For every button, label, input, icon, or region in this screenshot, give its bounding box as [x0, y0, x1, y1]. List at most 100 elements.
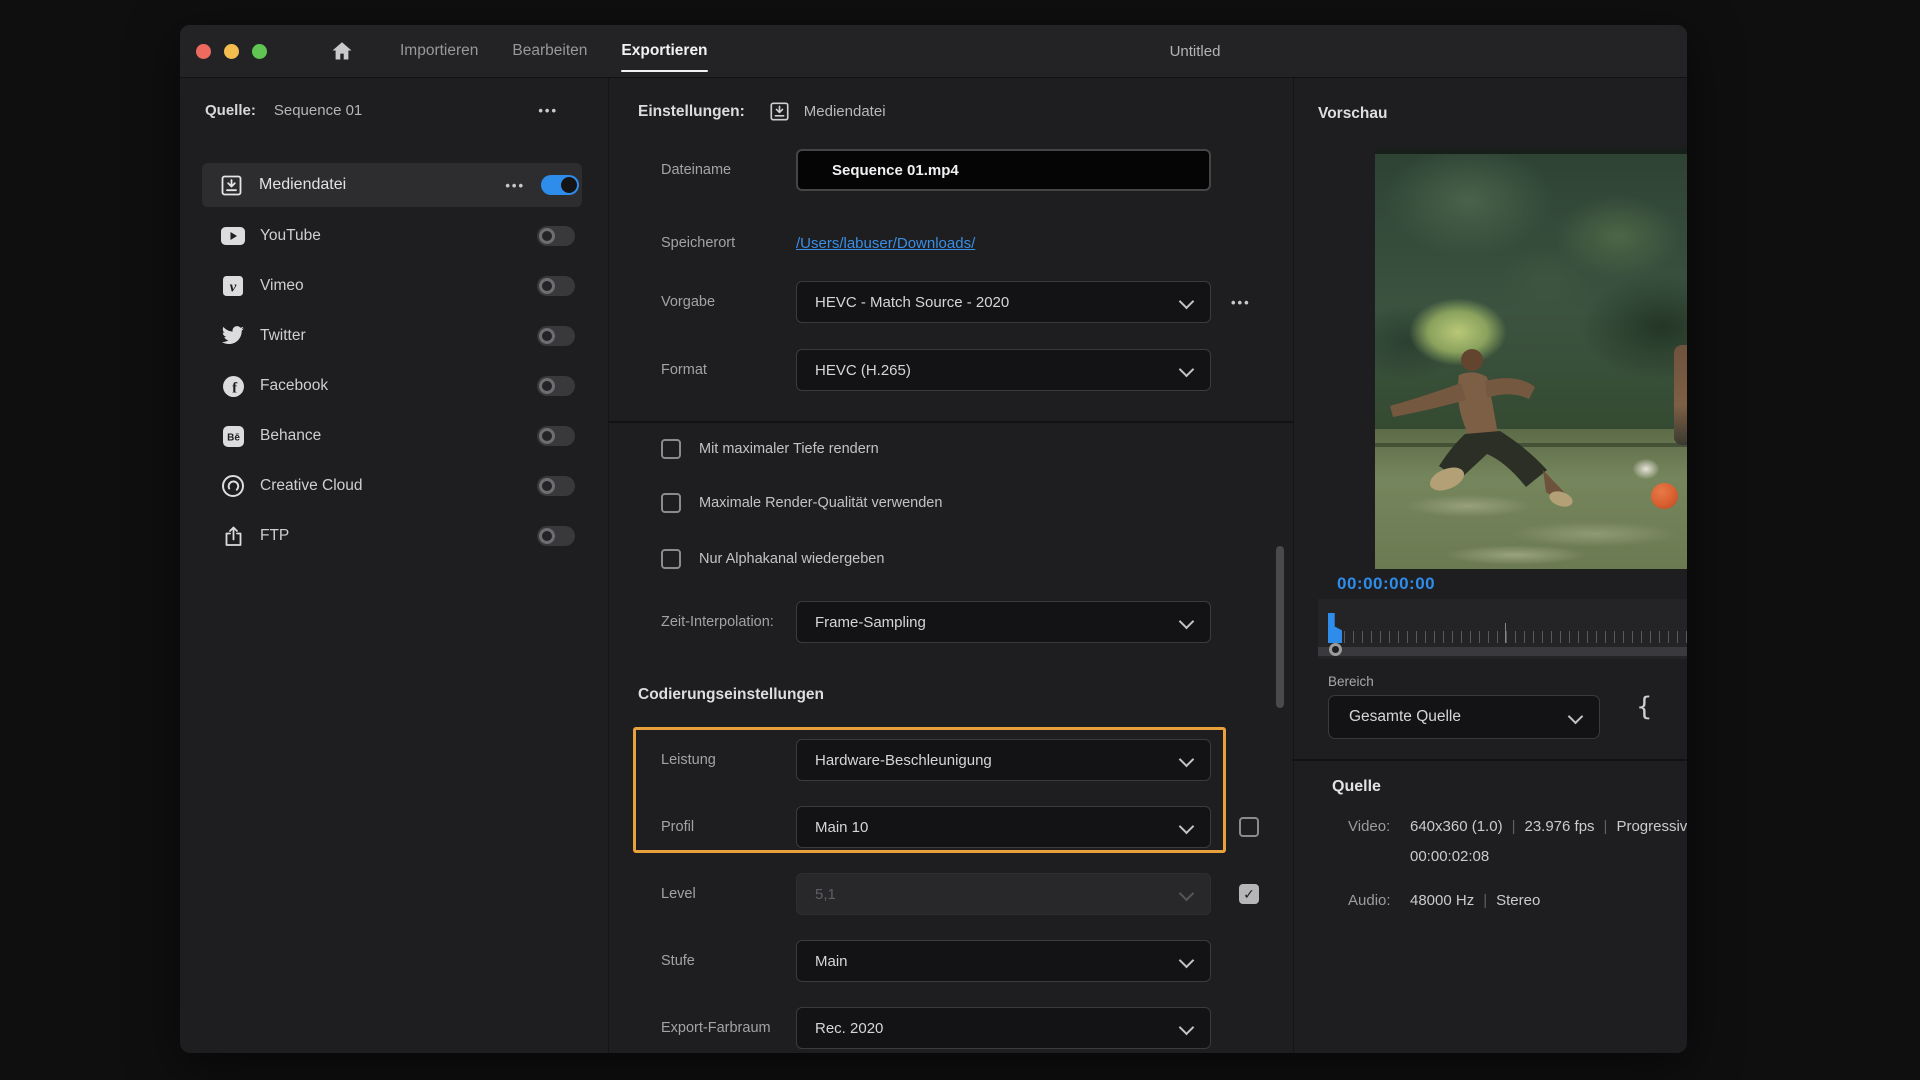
destination-list: YouTube v Vimeo Twitter	[180, 211, 608, 561]
export-content: Quelle: Sequence 01 ••• Mediendatei •••	[180, 78, 1687, 1053]
desktop: { "window": { "title": "Untitled", "tabs…	[0, 0, 1920, 1080]
color-space-label: Export-Farbraum	[661, 1007, 771, 1049]
level-label: Level	[661, 873, 696, 915]
destination-media-file[interactable]: Mediendatei •••	[202, 163, 582, 207]
tab-label: Importieren	[400, 42, 478, 60]
level-dropdown[interactable]: 5,1	[796, 873, 1211, 915]
destination-label: Facebook	[260, 377, 328, 395]
youtube-toggle[interactable]	[537, 226, 575, 246]
audio-info-label: Audio:	[1348, 892, 1410, 909]
vimeo-toggle[interactable]	[537, 276, 575, 296]
audio-sample-rate: 48000 Hz	[1410, 892, 1474, 909]
max-render-quality-checkbox-row[interactable]: Maximale Render-Qualität verwenden	[661, 493, 942, 513]
traffic-lights	[196, 25, 267, 77]
playhead-marker[interactable]	[1328, 613, 1342, 643]
preset-more-button[interactable]: •••	[1231, 281, 1251, 323]
alpha-only-checkbox[interactable]	[661, 549, 681, 569]
tab-exportieren[interactable]: Exportieren	[621, 25, 707, 77]
max-depth-checkbox-row[interactable]: Mit maximaler Tiefe rendern	[661, 439, 879, 459]
chevron-down-icon	[1179, 886, 1195, 902]
playhead-anchor-ring	[1329, 643, 1342, 656]
destination-vimeo[interactable]: v Vimeo	[180, 261, 608, 311]
chevron-down-icon	[1179, 294, 1195, 310]
location-link[interactable]: /Users/labuser/Downloads/	[796, 235, 975, 252]
custom-range-icon[interactable]: {	[1636, 692, 1653, 722]
source-more-button[interactable]: •••	[538, 103, 558, 118]
media-file-toggle[interactable]	[541, 175, 579, 195]
source-info-title: Quelle	[1332, 778, 1381, 796]
level-row: Level 5,1	[609, 873, 1293, 915]
max-depth-checkbox[interactable]	[661, 439, 681, 459]
creative-cloud-toggle[interactable]	[537, 476, 575, 496]
destination-youtube[interactable]: YouTube	[180, 211, 608, 261]
chevron-down-icon	[1179, 752, 1195, 768]
facebook-toggle[interactable]	[537, 376, 575, 396]
zoom-window-button[interactable]	[252, 44, 267, 59]
destination-label: Vimeo	[260, 277, 304, 295]
range-dropdown[interactable]: Gesamte Quelle	[1328, 695, 1600, 739]
preview-panel: Vorschau	[1292, 78, 1687, 1053]
destination-creative-cloud[interactable]: Creative Cloud	[180, 461, 608, 511]
level-auto-checkbox[interactable]	[1239, 884, 1259, 904]
tab-importieren[interactable]: Importieren	[400, 25, 478, 77]
ftp-toggle[interactable]	[537, 526, 575, 546]
toggle-knob	[539, 528, 555, 544]
preview-top-edge	[1375, 147, 1687, 154]
format-label: Format	[661, 349, 707, 391]
media-file-icon	[220, 174, 243, 197]
close-window-button[interactable]	[196, 44, 211, 59]
timeline-scrubber[interactable]	[1318, 599, 1687, 659]
source-row: Quelle: Sequence 01 •••	[180, 94, 608, 126]
separator: |	[1512, 818, 1516, 835]
home-button[interactable]	[330, 25, 354, 77]
timeline-track[interactable]	[1318, 647, 1687, 656]
filename-value: Sequence 01.mp4	[832, 162, 959, 179]
destination-twitter[interactable]: Twitter	[180, 311, 608, 361]
profile-dropdown[interactable]: Main 10	[796, 806, 1211, 848]
preview-title: Vorschau	[1318, 105, 1388, 123]
destination-behance[interactable]: Bē Behance	[180, 411, 608, 461]
chevron-down-icon	[1179, 362, 1195, 378]
filename-input[interactable]: Sequence 01.mp4	[796, 149, 1211, 191]
preview-partial-figure	[1674, 345, 1687, 445]
export-settings-panel: Einstellungen: Mediendatei Dateiname Seq…	[608, 78, 1294, 1053]
toggle-knob	[539, 478, 555, 494]
profile-auto-checkbox[interactable]	[1239, 817, 1259, 837]
video-info-row: Video: 640x360 (1.0) | 23.976 fps | Prog…	[1348, 818, 1687, 835]
filename-label: Dateiname	[661, 149, 731, 191]
media-file-more-button[interactable]: •••	[505, 178, 525, 193]
max-render-quality-checkbox[interactable]	[661, 493, 681, 513]
preset-dropdown[interactable]: HEVC - Match Source - 2020	[796, 281, 1211, 323]
behance-toggle[interactable]	[537, 426, 575, 446]
tier-dropdown[interactable]: Main	[796, 940, 1211, 982]
performance-dropdown[interactable]: Hardware-Beschleunigung	[796, 739, 1211, 781]
timecode-field[interactable]: 00:00:00:00	[1337, 574, 1435, 594]
tab-label: Bearbeiten	[512, 42, 587, 60]
color-space-dropdown[interactable]: Rec. 2020	[796, 1007, 1211, 1049]
tier-label: Stufe	[661, 940, 695, 982]
destination-label: Mediendatei	[259, 176, 346, 194]
destination-facebook[interactable]: f Facebook	[180, 361, 608, 411]
settings-scrollbar[interactable]	[1276, 546, 1284, 708]
tab-bearbeiten[interactable]: Bearbeiten	[512, 25, 587, 77]
preset-row: Vorgabe HEVC - Match Source - 2020 •••	[609, 281, 1293, 323]
settings-header-label: Einstellungen:	[638, 103, 745, 121]
source-sequence-name: Sequence 01	[274, 102, 362, 119]
twitter-icon	[220, 326, 246, 346]
format-dropdown[interactable]: HEVC (H.265)	[796, 349, 1211, 391]
location-row: Speicherort /Users/labuser/Downloads/	[609, 222, 1293, 264]
minimize-window-button[interactable]	[224, 44, 239, 59]
checkbox-label: Mit maximaler Tiefe rendern	[699, 441, 879, 457]
destination-label: Creative Cloud	[260, 477, 363, 495]
alpha-only-checkbox-row[interactable]: Nur Alphakanal wiedergeben	[661, 549, 884, 569]
chevron-down-icon	[1568, 709, 1584, 725]
destination-ftp[interactable]: FTP	[180, 511, 608, 561]
toggle-knob	[539, 428, 555, 444]
youtube-icon	[220, 226, 246, 246]
twitter-toggle[interactable]	[537, 326, 575, 346]
ftp-icon	[220, 525, 246, 548]
video-resolution: 640x360 (1.0)	[1410, 818, 1503, 835]
time-interpolation-dropdown[interactable]: Frame-Sampling	[796, 601, 1211, 643]
destination-label: Behance	[260, 427, 321, 445]
creative-cloud-icon	[220, 474, 246, 498]
